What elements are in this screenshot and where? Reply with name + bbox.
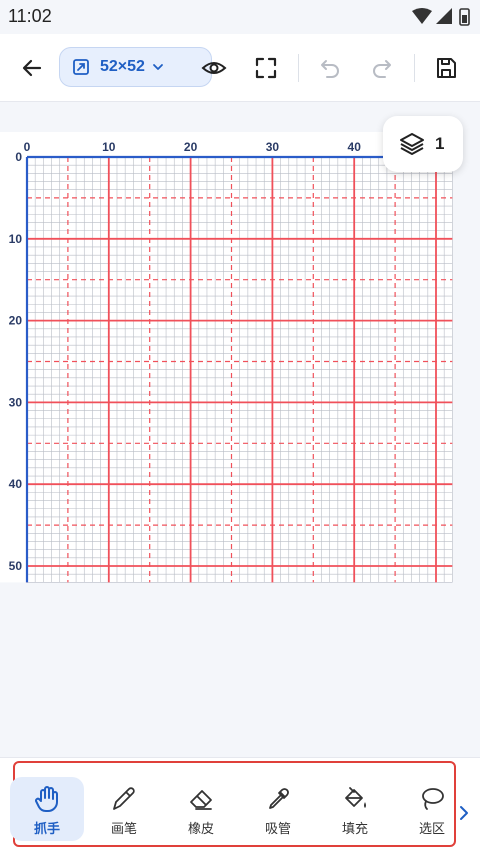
tool-hand[interactable]: 抓手 <box>10 777 84 841</box>
y-tick-label: 10 <box>9 232 23 246</box>
back-arrow-icon <box>22 59 42 77</box>
fullscreen-icon <box>255 57 277 79</box>
chevron-down-icon <box>153 64 163 70</box>
tool-label: 画笔 <box>110 822 137 837</box>
signal-icon <box>436 8 452 24</box>
redo-button[interactable] <box>360 46 404 90</box>
y-tick-label: 20 <box>9 314 23 328</box>
x-tick-label: 40 <box>348 140 362 154</box>
bottom-tools-bar: 抓手 画笔 橡皮 吸管 填充 选区 <box>0 757 480 853</box>
layers-button[interactable]: 1 <box>383 116 463 172</box>
undo-button[interactable] <box>308 46 352 90</box>
toolbar-divider <box>414 54 415 82</box>
lasso-icon <box>422 788 444 810</box>
y-tick-label: 40 <box>9 477 23 491</box>
canvas-area[interactable]: 0 10 20 30 40 0 10 20 30 40 50 <box>0 102 480 757</box>
tool-label: 吸管 <box>264 822 291 837</box>
resize-icon <box>73 59 89 75</box>
x-tick-label: 0 <box>24 140 31 154</box>
eyedropper-icon <box>269 788 289 809</box>
tool-label: 填充 <box>341 822 368 837</box>
pencil-icon <box>113 787 135 810</box>
y-tick-label: 30 <box>9 395 23 409</box>
eye-icon <box>201 62 227 74</box>
x-tick-label: 20 <box>184 140 198 154</box>
status-bar: 11:02 <box>0 0 480 34</box>
canvas-size-label: 52×52 <box>100 58 145 75</box>
layers-count: 1 <box>435 134 445 153</box>
save-icon <box>437 58 456 78</box>
hand-icon <box>35 786 58 813</box>
tool-label: 橡皮 <box>187 822 214 837</box>
y-tick-label: 0 <box>15 150 22 164</box>
save-button[interactable] <box>424 46 468 90</box>
fullscreen-button[interactable] <box>244 46 288 90</box>
layers-icon <box>400 133 424 155</box>
canvas-size-dropdown[interactable]: 52×52 <box>59 47 212 87</box>
status-time: 11:02 <box>8 6 52 26</box>
wifi-icon <box>412 8 432 24</box>
tool-eyedropper[interactable]: 吸管 <box>241 777 315 841</box>
pixel-grid[interactable]: 0 10 20 30 40 0 10 20 30 40 50 <box>0 102 480 592</box>
tool-eraser[interactable]: 橡皮 <box>164 777 238 841</box>
eraser-icon <box>190 790 212 810</box>
toolbar-divider <box>298 54 299 82</box>
back-button[interactable] <box>10 46 54 90</box>
tool-pencil[interactable]: 画笔 <box>87 777 161 841</box>
redo-icon <box>373 60 391 78</box>
tool-label: 选区 <box>418 822 445 837</box>
x-tick-label: 30 <box>266 140 280 154</box>
tool-label: 抓手 <box>33 822 60 837</box>
chevron-right-icon[interactable] <box>455 802 473 824</box>
status-icons <box>412 8 470 26</box>
undo-icon <box>321 60 339 78</box>
preview-button[interactable] <box>192 46 236 90</box>
tool-fill[interactable]: 填充 <box>318 777 392 841</box>
top-toolbar: 52×52 <box>0 34 480 102</box>
y-tick-label: 50 <box>9 559 23 573</box>
fill-bucket-icon <box>345 787 366 808</box>
x-tick-label: 10 <box>102 140 116 154</box>
